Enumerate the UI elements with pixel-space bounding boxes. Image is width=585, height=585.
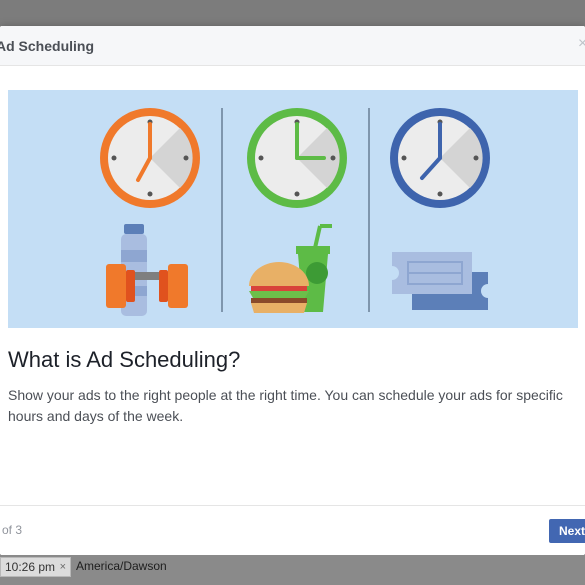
- dialog-description: Show your ads to the right people at the…: [8, 387, 563, 424]
- evening-clock-icon: [390, 108, 490, 208]
- page-indicator: of 3: [2, 523, 23, 537]
- remove-time-icon[interactable]: ×: [60, 558, 66, 576]
- ticket-icon: [385, 252, 495, 310]
- burger-drink-icon: [249, 224, 332, 313]
- morning-clock-icon: [100, 108, 200, 208]
- dialog-header: Ad Scheduling ×: [0, 26, 585, 66]
- dialog-heading: What is Ad Scheduling?: [8, 347, 241, 372]
- time-chip[interactable]: 10:26 pm ×: [0, 557, 71, 577]
- timezone-label: America/Dawson: [76, 559, 167, 573]
- hero-illustration: [8, 90, 578, 328]
- dialog-title: Ad Scheduling: [0, 38, 94, 54]
- next-button[interactable]: Next: [549, 519, 585, 543]
- ad-scheduling-dialog: Ad Scheduling × What is Ad Scheduling? S…: [0, 26, 585, 555]
- close-icon[interactable]: ×: [578, 36, 585, 52]
- time-value: 10:26 pm: [5, 560, 56, 574]
- page-overlay: [0, 0, 585, 26]
- timezone-bar: 10:26 pm × America/Dawson: [0, 555, 585, 585]
- noon-clock-icon: [247, 108, 347, 208]
- dialog-footer: of 3 Next: [0, 505, 585, 555]
- dumbbell-water-bottle-icon: [106, 224, 188, 316]
